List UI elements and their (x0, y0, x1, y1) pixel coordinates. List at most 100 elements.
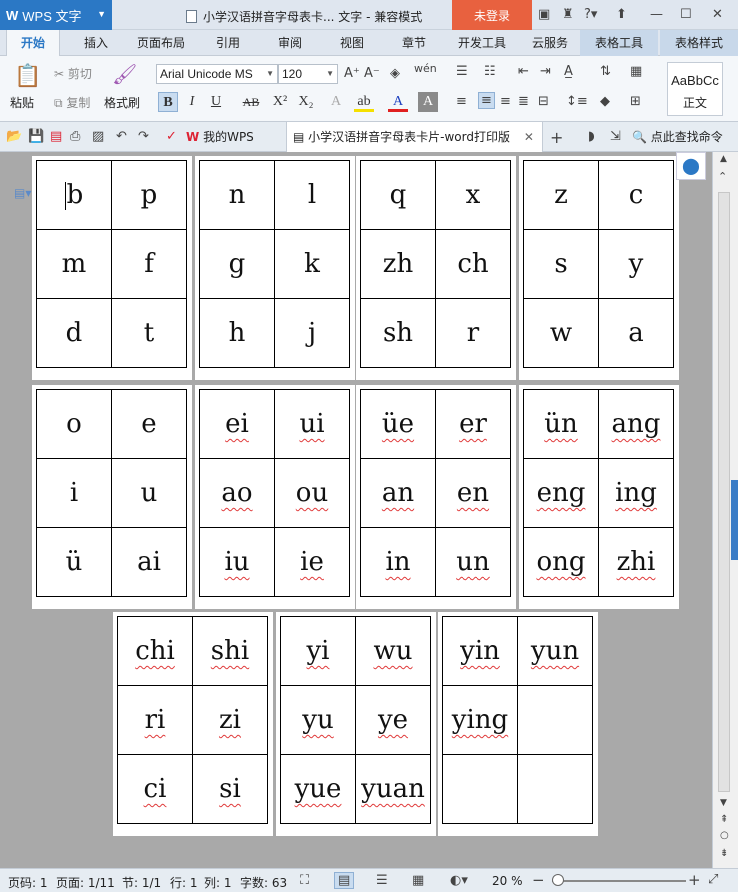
pinyin-cell[interactable]: f (111, 229, 187, 299)
pinyin-cell[interactable]: zhi (598, 527, 674, 597)
pinyin-cell[interactable]: eng (523, 458, 599, 528)
pinyin-cell[interactable]: yu (280, 685, 356, 755)
pinyin-cell[interactable]: ri (117, 685, 193, 755)
tab-table-tools[interactable]: 表格工具 (580, 30, 658, 56)
pinyin-cell[interactable]: d (36, 298, 112, 368)
pinyin-cell[interactable]: üe (360, 389, 436, 459)
shirt-icon[interactable]: ♜ (562, 7, 574, 22)
pinyin-cell[interactable]: b (36, 160, 112, 230)
shrink-font-icon[interactable]: A⁻ (364, 66, 380, 81)
pinyin-cell[interactable]: en (435, 458, 511, 528)
select-browse-icon[interactable]: ○ (720, 830, 729, 841)
font-size-select[interactable]: 120 ▼ (278, 64, 338, 84)
document-icon[interactable]: ◗ (588, 129, 595, 144)
text-effect-button[interactable]: A (326, 92, 346, 112)
pinyin-cell[interactable] (442, 754, 518, 824)
pinyin-cell[interactable]: q (360, 160, 436, 230)
pinyin-cell[interactable]: k (274, 229, 350, 299)
restore-ribbon-icon[interactable]: ⬆ (616, 7, 627, 22)
pinyin-cell[interactable]: i (36, 458, 112, 528)
pinyin-cell[interactable]: x (435, 160, 511, 230)
pinyin-cell[interactable]: shi (192, 616, 268, 686)
tab-references[interactable]: 引用 (206, 30, 250, 56)
pinyin-cell[interactable]: ying (442, 685, 518, 755)
pinyin-cell[interactable]: p (111, 160, 187, 230)
decrease-indent-icon[interactable]: ⇤ (518, 64, 529, 79)
command-search[interactable]: 🔍 点此查找命令 (632, 122, 723, 152)
close-icon[interactable]: ✕ (712, 7, 723, 22)
minimize-icon[interactable]: — (650, 7, 663, 22)
tab-view[interactable]: 视图 (330, 30, 374, 56)
format-painter-icon[interactable]: 🖌 (112, 62, 137, 86)
maximize-icon[interactable]: ☐ (680, 7, 692, 22)
clear-format-icon[interactable]: ◈ (390, 66, 400, 81)
sort-icon[interactable]: ⇅ (600, 64, 611, 79)
document-canvas[interactable]: b p m f d t n l g k h j q x zh ch sh r z c s y w a o e i u ü ai ei ui ao… (0, 152, 712, 868)
align-right-icon[interactable]: ≡ (500, 94, 511, 109)
pinyin-cell[interactable]: w (523, 298, 599, 368)
tab-insert[interactable]: 插入 (74, 30, 118, 56)
pinyin-cell[interactable]: e (111, 389, 187, 459)
pinyin-cell[interactable]: r (435, 298, 511, 368)
pinyin-cell[interactable]: m (36, 229, 112, 299)
chinese-layout-icon[interactable]: A̲ (564, 64, 573, 79)
pinyin-cell[interactable]: ye (355, 685, 431, 755)
pinyin-cell[interactable]: h (199, 298, 275, 368)
copy-button[interactable]: ⧉ 复制 (54, 94, 90, 111)
increase-indent-icon[interactable]: ⇥ (540, 64, 551, 79)
tab-section[interactable]: 章节 (392, 30, 436, 56)
pinyin-cell[interactable]: ou (274, 458, 350, 528)
style-gallery-normal[interactable]: AaBbCc 正文 (667, 62, 723, 116)
tab-cloud-service[interactable]: 云服务 (524, 30, 576, 56)
pinyin-cell[interactable]: si (192, 754, 268, 824)
pinyin-cell[interactable]: zi (192, 685, 268, 755)
grow-font-icon[interactable]: A⁺ (344, 66, 360, 81)
pinyin-cell[interactable]: ai (111, 527, 187, 597)
font-color-button[interactable]: A (388, 92, 408, 112)
pinyin-cell[interactable]: z (523, 160, 599, 230)
location-marker-icon[interactable]: ⬤ (676, 152, 706, 180)
scrollbar-thumb[interactable] (718, 192, 730, 792)
pinyin-cell[interactable]: ong (523, 527, 599, 597)
zoom-slider-knob[interactable] (552, 874, 564, 886)
pinyin-cell[interactable]: l (274, 160, 350, 230)
pinyin-cell[interactable]: iu (199, 527, 275, 597)
quick-access-more-icon[interactable]: ✓ (166, 129, 177, 144)
zoom-level[interactable]: 20 % (492, 874, 523, 888)
italic-button[interactable]: I (182, 92, 202, 112)
pinyin-cell[interactable] (517, 754, 593, 824)
tab-page-layout[interactable]: 页面布局 (130, 30, 192, 56)
pinyin-cell[interactable]: zh (360, 229, 436, 299)
superscript-button[interactable]: X² (270, 92, 290, 112)
next-page-icon[interactable]: ⇟ (720, 848, 728, 859)
bold-button[interactable]: B (158, 92, 178, 112)
new-tab-icon[interactable]: + (550, 128, 563, 147)
pinyin-cell[interactable]: chi (117, 616, 193, 686)
borders-icon[interactable]: ▦ (630, 64, 642, 79)
tab-table-style[interactable]: 表格样式 (660, 30, 738, 56)
pinyin-cell[interactable]: an (360, 458, 436, 528)
pinyin-cell[interactable]: s (523, 229, 599, 299)
open-folder-icon[interactable]: 📂 (6, 129, 22, 144)
previous-page-icon[interactable]: ⇞ (720, 814, 728, 825)
pinyin-cell[interactable]: c (598, 160, 674, 230)
cut-button[interactable]: ✂ 剪切 (54, 65, 92, 82)
bullet-list-icon[interactable]: ☰ (456, 64, 468, 79)
reading-view-icon[interactable]: ▦ (412, 873, 424, 888)
pinyin-cell[interactable]: u (111, 458, 187, 528)
strikethrough-button[interactable]: AB (236, 92, 266, 112)
tab-review[interactable]: 审阅 (268, 30, 312, 56)
pinyin-cell[interactable]: n (199, 160, 275, 230)
side-panel-toggle[interactable] (731, 480, 738, 560)
numbered-list-icon[interactable]: ☷ (484, 64, 496, 79)
web-view-icon[interactable]: ◐▾ (450, 873, 468, 888)
font-name-select[interactable]: Arial Unicode MS ▼ (156, 64, 278, 84)
status-word-count[interactable]: 字数: 63 (240, 874, 287, 891)
tab-developer-tools[interactable]: 开发工具 (450, 30, 514, 56)
table-borders-icon[interactable]: ⊞ (630, 94, 641, 109)
pinyin-cell[interactable]: j (274, 298, 350, 368)
chevron-up-icon[interactable]: ⌃ (718, 170, 727, 183)
tab-home[interactable]: 开始 (6, 30, 60, 56)
skin-icon[interactable]: ▣ (538, 7, 550, 22)
pinyin-cell[interactable]: in (360, 527, 436, 597)
